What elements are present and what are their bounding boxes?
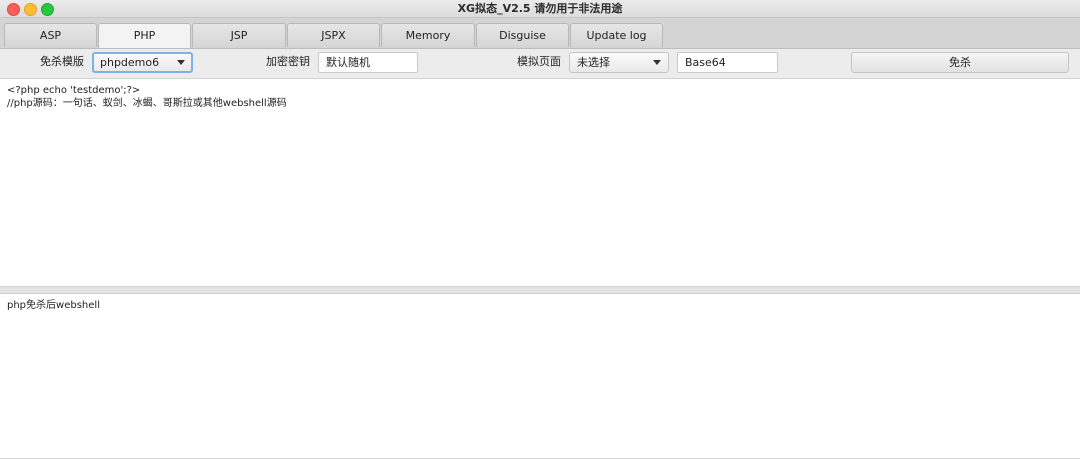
- options-toolbar: 免杀模版 phpdemo6 加密密钥 默认随机 模拟页面 未选择 Base64 …: [0, 49, 1080, 77]
- output-line: php免杀后webshell: [7, 300, 100, 311]
- source-code-textarea[interactable]: <?php echo 'testdemo';?> //php源码：一句话、蚁剑、冰…: [0, 78, 1080, 287]
- encoding-input[interactable]: Base64: [677, 52, 778, 73]
- source-line: <?php echo 'testdemo';?>: [7, 85, 141, 96]
- tab-jsp[interactable]: JSP: [192, 23, 286, 47]
- tab-memory-injection[interactable]: Memory Injection: [381, 23, 475, 66]
- template-label: 免杀模版: [40, 55, 84, 68]
- tab-bar: ASP PHP JSP JSPX Memory Injection Disgui…: [0, 18, 1080, 66]
- template-select[interactable]: phpdemo6: [92, 52, 193, 73]
- tab-asp[interactable]: ASP: [4, 23, 97, 47]
- tab-php[interactable]: PHP: [98, 23, 191, 48]
- chevron-down-icon: [177, 60, 185, 65]
- app-window: XG拟态_V2.5 请勿用于非法用途 ASP PHP JSP JSPX Memo…: [0, 0, 1080, 459]
- source-line: //php源码：一句话、蚁剑、冰蝎、哥斯拉或其他webshell源码: [7, 98, 287, 109]
- key-input[interactable]: 默认随机: [318, 52, 418, 73]
- key-label: 加密密钥: [266, 55, 310, 68]
- page-label: 模拟页面: [517, 55, 561, 68]
- page-select-value: 未选择: [577, 56, 610, 69]
- submit-button[interactable]: 免杀: [851, 52, 1069, 73]
- title-bar: XG拟态_V2.5 请勿用于非法用途: [0, 0, 1080, 18]
- output-textarea[interactable]: php免杀后webshell: [0, 294, 1080, 459]
- chevron-down-icon: [653, 60, 661, 65]
- tab-disguise[interactable]: Disguise: [476, 23, 569, 47]
- tab-jspx[interactable]: JSPX: [287, 23, 380, 47]
- tab-update-log[interactable]: Update log: [570, 23, 663, 47]
- template-select-value: phpdemo6: [100, 56, 160, 69]
- window-title: XG拟态_V2.5 请勿用于非法用途: [457, 2, 623, 15]
- page-select[interactable]: 未选择: [569, 52, 669, 73]
- split-pane-divider[interactable]: [0, 287, 1080, 294]
